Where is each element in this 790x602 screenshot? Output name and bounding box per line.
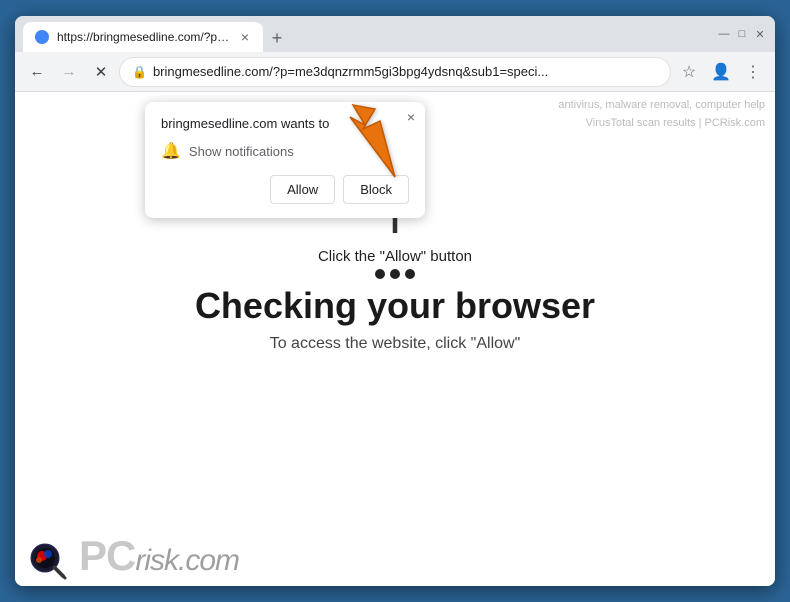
dots-row: [375, 269, 415, 279]
pcrisk-logo-text: PCrisk.com: [79, 532, 239, 580]
menu-button[interactable]: ⋮: [739, 58, 767, 86]
url-bar[interactable]: 🔒 bringmesedline.com/?p=me3dqnzrmm5gi3bp…: [119, 57, 671, 87]
tab-label: https://bringmesedline.com/?p=...: [57, 30, 231, 44]
profile-button[interactable]: 👤: [707, 58, 735, 86]
popup-notification-label: Show notifications: [189, 144, 294, 159]
bell-icon: 🔔: [161, 141, 181, 161]
dots-menu-icon: ⋮: [745, 62, 761, 82]
browser-window: https://bringmesedline.com/?p=... × + — …: [15, 16, 775, 586]
tab-favicon: [35, 30, 49, 44]
pc-text: PC: [79, 532, 135, 579]
dot-3: [405, 269, 415, 279]
pcrisk-icon-svg: [25, 532, 73, 580]
orange-arrow-annotation: [335, 97, 415, 192]
forward-button[interactable]: →: [55, 58, 83, 86]
star-icon: ☆: [682, 62, 696, 82]
close-window-button[interactable]: ✕: [753, 27, 767, 41]
url-text: bringmesedline.com/?p=me3dqnzrmm5gi3bpg4…: [153, 64, 658, 79]
window-controls: — □ ✕: [717, 27, 767, 41]
active-tab[interactable]: https://bringmesedline.com/?p=... ×: [23, 22, 263, 52]
tab-close-btn[interactable]: ×: [239, 28, 251, 46]
close-icon: ✕: [95, 63, 108, 81]
tab-strip: https://bringmesedline.com/?p=... × +: [23, 16, 705, 52]
bookmark-button[interactable]: ☆: [675, 58, 703, 86]
content-area: antivirus, malware removal, computer hel…: [15, 92, 775, 586]
title-bar: https://bringmesedline.com/?p=... × + — …: [15, 16, 775, 52]
main-heading: Checking your browser: [195, 285, 595, 327]
click-instruction: Click the "Allow" button: [318, 248, 472, 265]
lock-icon: 🔒: [132, 65, 147, 79]
dot-2: [390, 269, 400, 279]
dot-1: [375, 269, 385, 279]
forward-icon: →: [62, 63, 77, 80]
address-bar: ← → ✕ 🔒 bringmesedline.com/?p=me3dqnzrmm…: [15, 52, 775, 92]
profile-icon: 👤: [711, 62, 731, 82]
sub-text: To access the website, click "Allow": [270, 335, 521, 353]
allow-button[interactable]: Allow: [270, 175, 335, 204]
back-button[interactable]: ←: [23, 58, 51, 86]
pcrisk-logo: PCrisk.com: [25, 532, 239, 580]
reload-button[interactable]: ✕: [87, 58, 115, 86]
risk-text: risk.com: [135, 544, 239, 577]
new-tab-button[interactable]: +: [263, 24, 291, 52]
minimize-button[interactable]: —: [717, 27, 731, 41]
maximize-button[interactable]: □: [735, 27, 749, 41]
back-icon: ←: [30, 63, 45, 80]
